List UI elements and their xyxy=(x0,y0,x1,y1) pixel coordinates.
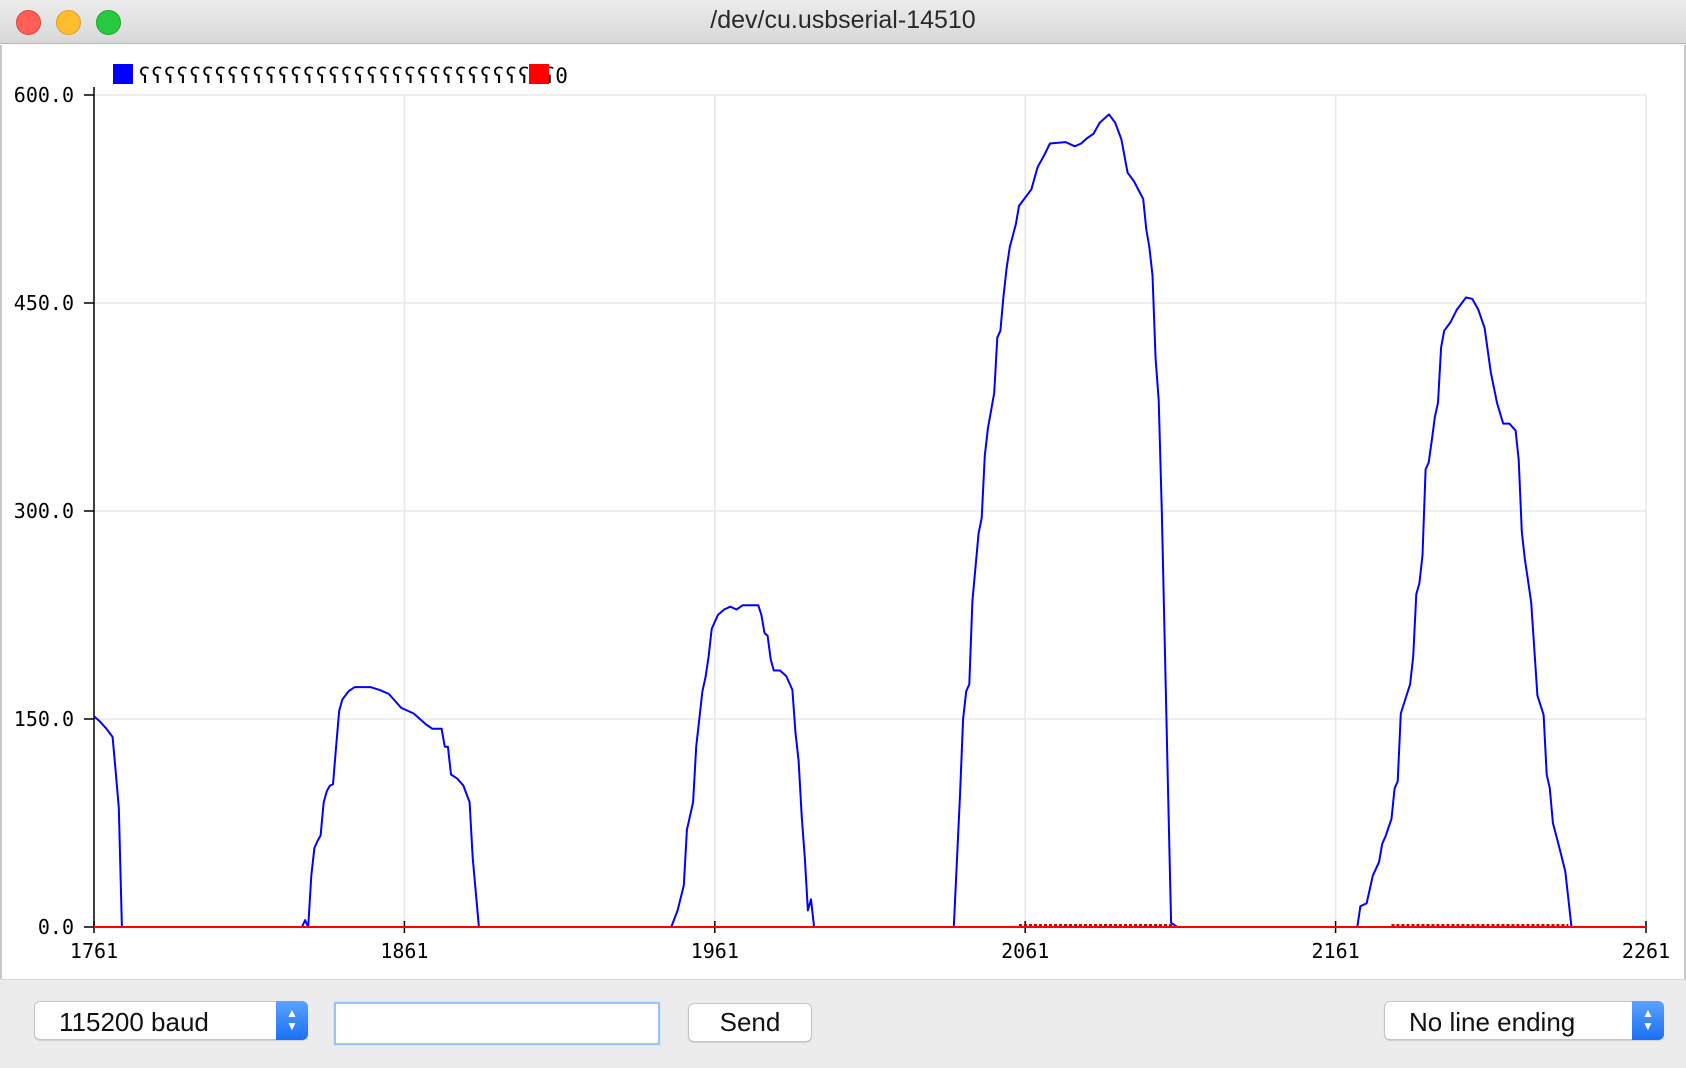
y-tick-label: 0.0 xyxy=(38,915,74,939)
window-titlebar: /dev/cu.usbserial-14510 xyxy=(0,0,1686,44)
x-tick-label: 1961 xyxy=(691,939,739,963)
x-tick-label: 1761 xyxy=(70,939,118,963)
serial-plotter-area: 1761 1861 1961 2061 2161 2261 0.0 150.0 300.0 450… xyxy=(0,45,1686,979)
serial-input[interactable] xyxy=(334,1002,660,1045)
baud-rate-select[interactable]: 115200 baud ▲ ▼ xyxy=(34,1001,308,1040)
y-tick-label: 600.0 xyxy=(14,83,74,107)
baud-rate-value: 115200 baud xyxy=(59,1007,209,1037)
plot-chart: 1761 1861 1961 2061 2161 2261 0.0 150.0 300.0 450… xyxy=(14,64,1670,963)
y-tick-label: 450.0 xyxy=(14,291,74,315)
x-tick-label: 1861 xyxy=(380,939,428,963)
legend-swatch-series-1 xyxy=(113,64,133,84)
legend-swatch-series-2 xyxy=(529,64,549,84)
grid-lines xyxy=(94,94,1647,927)
series-line-1 xyxy=(93,113,1646,928)
legend-label-series-1: ʕʕʕʕʕʕʕʕʕʕʕʕʕʕʕʕʕʕʕʕʕʕʕʕʕʕʕʕʕʕʕʕʕ0 xyxy=(138,64,568,88)
line-ending-value: No line ending xyxy=(1409,1007,1576,1037)
select-arrows-icon: ▲ ▼ xyxy=(1632,1001,1664,1040)
select-arrows-icon: ▲ ▼ xyxy=(276,1001,308,1040)
data-series xyxy=(93,113,1646,928)
y-tick-label: 300.0 xyxy=(14,499,74,523)
x-tick-label: 2261 xyxy=(1622,939,1670,963)
legend: ʕʕʕʕʕʕʕʕʕʕʕʕʕʕʕʕʕʕʕʕʕʕʕʕʕʕʕʕʕʕʕʕʕ0 xyxy=(113,64,568,88)
axes: 1761 1861 1961 2061 2161 2261 0.0 150.0 300.0 450… xyxy=(14,83,1670,963)
window-title: /dev/cu.usbserial-14510 xyxy=(710,6,976,34)
x-tick-label: 2161 xyxy=(1312,939,1360,963)
y-tick-label: 150.0 xyxy=(14,707,74,731)
line-ending-select[interactable]: No line ending ▲ ▼ xyxy=(1384,1001,1664,1040)
control-bar: 115200 baud ▲ ▼ Send No line ending ▲ ▼ xyxy=(0,979,1686,1068)
send-button[interactable]: Send xyxy=(688,1003,812,1042)
x-tick-label: 2061 xyxy=(1001,939,1049,963)
